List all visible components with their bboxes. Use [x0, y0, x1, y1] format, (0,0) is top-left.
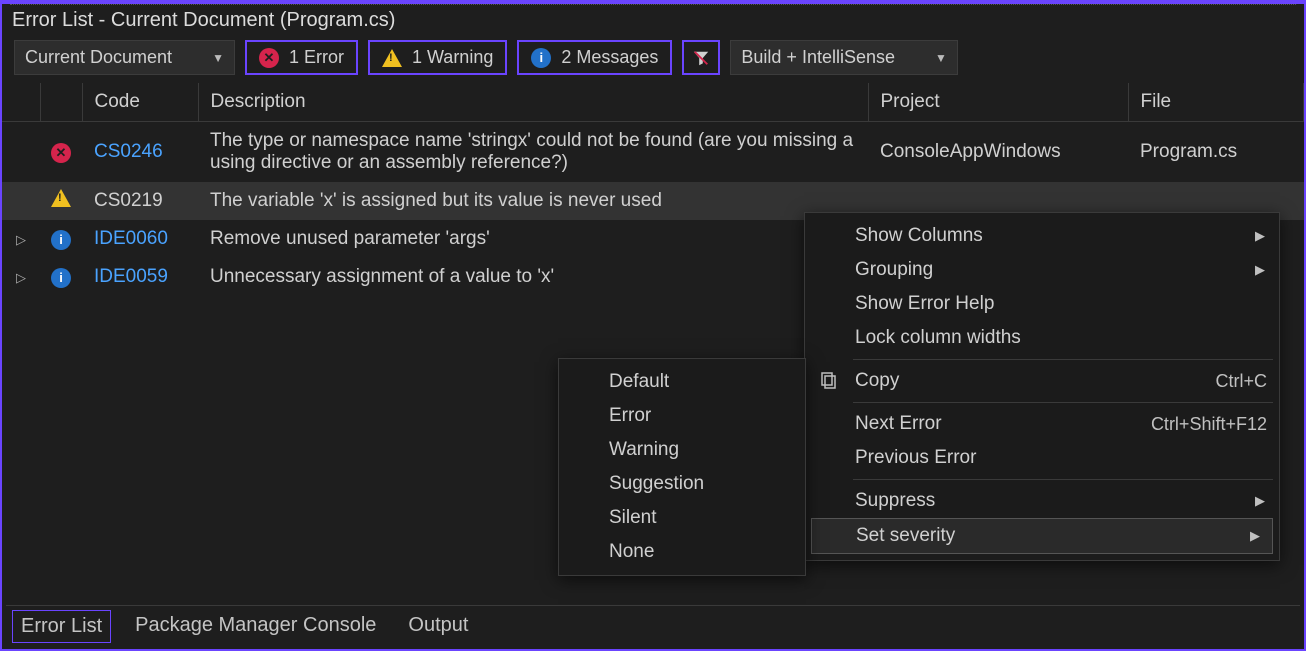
- chevron-down-icon: ▼: [935, 51, 947, 65]
- menu-item-label: Next Error: [855, 413, 942, 435]
- panel-tab[interactable]: Error List: [12, 610, 111, 643]
- menu-item-label: Warning: [609, 439, 679, 461]
- file-column-header[interactable]: File: [1128, 83, 1304, 122]
- code-cell[interactable]: CS0219: [82, 182, 198, 220]
- chevron-right-icon: ▶: [1255, 493, 1265, 509]
- chevron-right-icon: ▶: [1255, 228, 1265, 244]
- panel-tabs: Error List Package Manager Console Output: [6, 605, 1300, 647]
- scope-dropdown[interactable]: Current Document ▼: [14, 40, 235, 75]
- menu-item-label: Suppress: [855, 490, 935, 512]
- project-cell: ConsoleAppWindows: [868, 122, 1128, 183]
- menu-item[interactable]: Copy Ctrl+C: [807, 364, 1277, 398]
- info-icon: i: [51, 230, 71, 250]
- error-icon: ✕: [51, 143, 71, 163]
- description-cell: Unnecessary assignment of a value to 'x': [198, 258, 868, 296]
- menu-item-label: Previous Error: [855, 447, 976, 469]
- context-menu: Show Columns ▶ Grouping ▶ Show Error Help Loc…: [804, 212, 1280, 561]
- warning-icon: [382, 49, 402, 67]
- menu-item[interactable]: Show Error Help: [807, 287, 1277, 321]
- description-cell: The variable 'x' is assigned but its val…: [198, 182, 868, 220]
- menu-item-label: Show Error Help: [855, 293, 994, 315]
- code-cell[interactable]: IDE0060: [82, 220, 198, 258]
- code-cell[interactable]: CS0246: [82, 122, 198, 183]
- menu-item[interactable]: Previous Error: [807, 441, 1277, 475]
- menu-item[interactable]: Set severity ▶: [811, 518, 1273, 554]
- shortcut-label: Ctrl+Shift+F12: [1151, 414, 1267, 435]
- menu-item-label: None: [609, 541, 654, 563]
- menu-item[interactable]: Suppress ▶: [807, 484, 1277, 518]
- chevron-down-icon: ▼: [212, 51, 224, 65]
- menu-item-label: Suggestion: [609, 473, 704, 495]
- chevron-right-icon: ▶: [1255, 262, 1265, 278]
- filter-icon: [692, 49, 710, 67]
- code-column-header[interactable]: Code: [82, 83, 198, 122]
- description-cell: The type or namespace name 'stringx' cou…: [198, 122, 868, 183]
- menu-item[interactable]: Lock column widths: [807, 321, 1277, 355]
- menu-item-label: Lock column widths: [855, 327, 1021, 349]
- scope-label: Current Document: [25, 47, 172, 68]
- shortcut-label: Ctrl+C: [1215, 371, 1267, 392]
- warning-icon: [51, 189, 71, 207]
- file-cell: Program.cs: [1128, 122, 1304, 183]
- menu-item[interactable]: Default: [561, 365, 803, 399]
- description-cell: Remove unused parameter 'args': [198, 220, 868, 258]
- project-column-header[interactable]: Project: [868, 83, 1128, 122]
- chevron-right-icon: ▶: [1250, 528, 1260, 544]
- menu-item-label: Silent: [609, 507, 657, 529]
- copy-icon: [817, 370, 839, 392]
- description-column-header[interactable]: Description: [198, 83, 868, 122]
- menu-item[interactable]: Next Error Ctrl+Shift+F12: [807, 407, 1277, 441]
- warnings-filter-button[interactable]: 1 Warning: [368, 40, 507, 75]
- menu-item-label: Error: [609, 405, 651, 427]
- menu-item[interactable]: Warning: [561, 433, 803, 467]
- clear-filters-button[interactable]: [682, 40, 720, 75]
- menu-item[interactable]: None: [561, 535, 803, 569]
- table-row[interactable]: ✕ CS0246The type or namespace name 'strin…: [2, 122, 1304, 183]
- expand-icon: ▷: [16, 270, 26, 286]
- menu-item-label: Show Columns: [855, 225, 983, 247]
- menu-item[interactable]: Show Columns ▶: [807, 219, 1277, 253]
- source-dropdown[interactable]: Build + IntelliSense ▼: [730, 40, 958, 75]
- error-icon: ✕: [259, 48, 279, 68]
- menu-item[interactable]: Silent: [561, 501, 803, 535]
- menu-item-label: Set severity: [856, 525, 955, 547]
- severity-submenu: Default Error Warning Suggestion Silent None: [558, 358, 806, 576]
- menu-item-label: Grouping: [855, 259, 933, 281]
- menu-item[interactable]: Error: [561, 399, 803, 433]
- menu-item-label: Copy: [855, 370, 899, 392]
- menu-item[interactable]: Grouping ▶: [807, 253, 1277, 287]
- errors-filter-button[interactable]: ✕ 1 Error: [245, 40, 358, 75]
- panel-tab[interactable]: Output: [400, 610, 476, 643]
- panel-title: Error List - Current Document (Program.c…: [2, 5, 1304, 34]
- expand-icon: ▷: [16, 232, 26, 248]
- column-headers: Code Description Project File: [2, 83, 1304, 122]
- info-icon: i: [51, 268, 71, 288]
- menu-item-label: Default: [609, 371, 669, 393]
- info-icon: i: [531, 48, 551, 68]
- menu-item[interactable]: Suggestion: [561, 467, 803, 501]
- code-cell[interactable]: IDE0059: [82, 258, 198, 296]
- panel-tab[interactable]: Package Manager Console: [127, 610, 384, 643]
- messages-filter-button[interactable]: i 2 Messages: [517, 40, 672, 75]
- error-list-toolbar: Current Document ▼ ✕ 1 Error 1 Warning i…: [2, 34, 1304, 83]
